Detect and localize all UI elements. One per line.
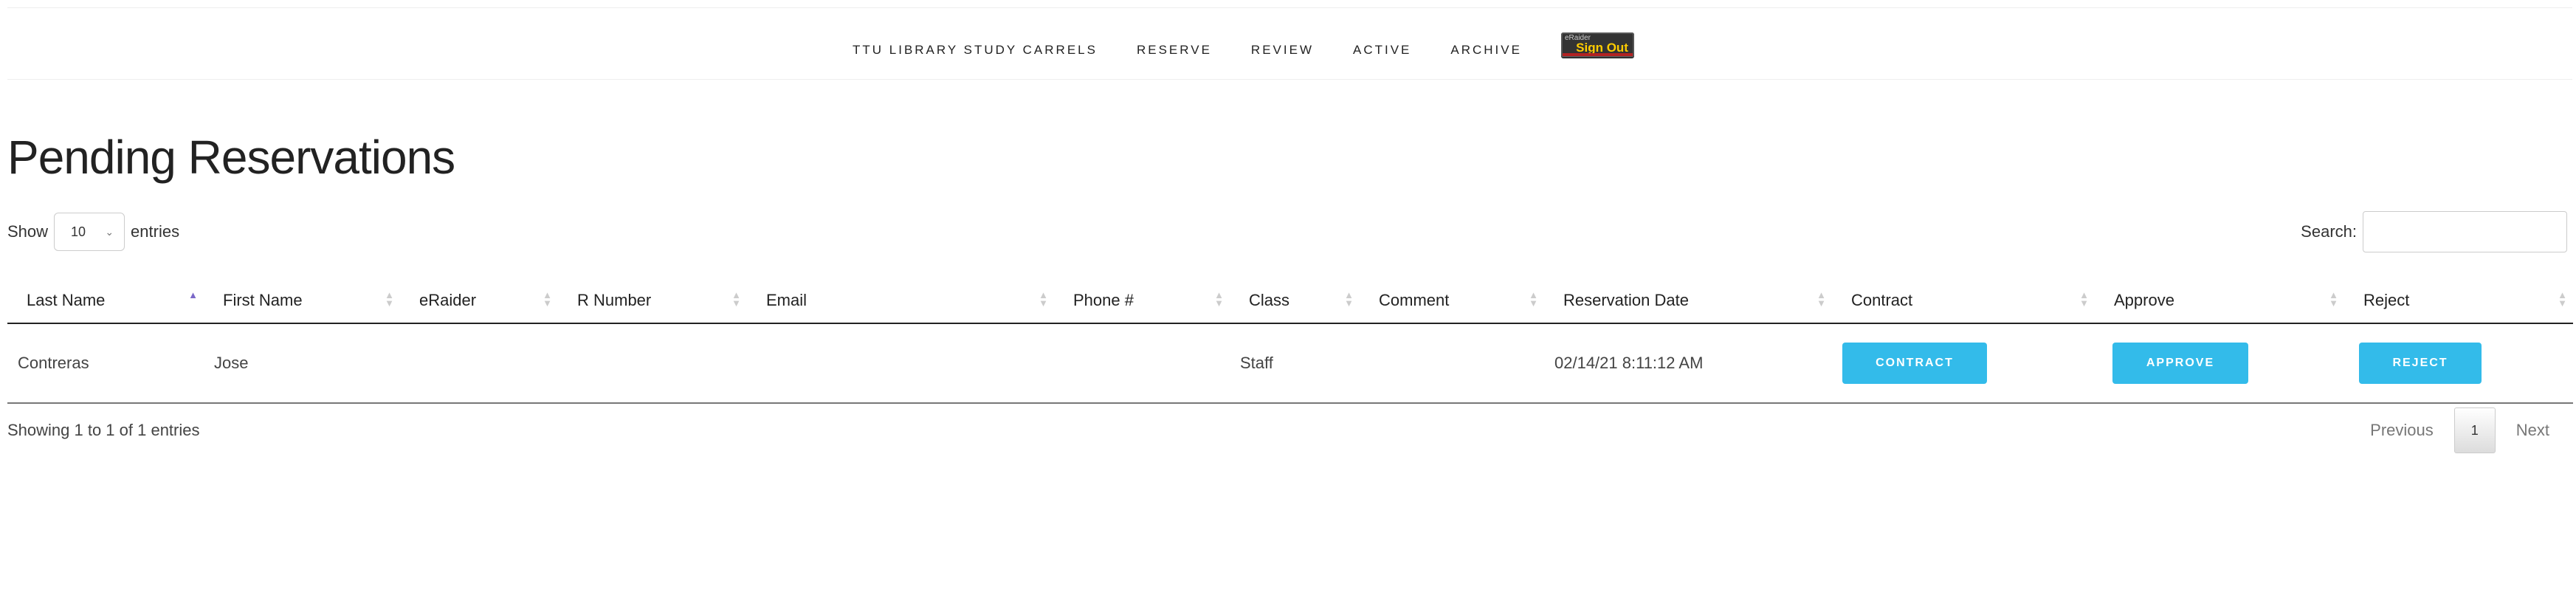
nav-active-link[interactable]: ACTIVE: [1353, 24, 1411, 76]
column-header-class[interactable]: Class ▲ ▼: [1230, 278, 1360, 324]
entries-label: entries: [131, 222, 180, 241]
entries-length-control: Show 10 ⌄ entries: [7, 213, 179, 251]
column-header-r-number[interactable]: R Number ▲ ▼: [558, 278, 747, 324]
header-label: Contract: [1851, 290, 1913, 309]
header-label: Phone #: [1073, 290, 1134, 309]
header-label: Class: [1249, 290, 1290, 309]
column-header-phone[interactable]: Phone # ▲ ▼: [1054, 278, 1230, 324]
sort-icon: ▲ ▼: [2079, 289, 2089, 309]
table-row: Contreras Jose Staff 02/14/21 8:11:12 AM…: [7, 323, 2573, 404]
cell-reservation-date: 02/14/21 8:11:12 AM: [1544, 323, 1832, 404]
cell-r-number: [558, 323, 747, 404]
sort-icon: ▲ ▼: [731, 289, 741, 309]
sort-icon: ▲ ▼: [1344, 289, 1354, 309]
column-header-last-name[interactable]: Last Name ▲: [7, 278, 204, 324]
sort-icon: ▲ ▼: [385, 289, 394, 309]
header-label: Reservation Date: [1563, 290, 1689, 309]
entries-per-page-select[interactable]: 10 ⌄: [54, 213, 125, 251]
pagination: Previous 1 Next: [2370, 407, 2549, 453]
cell-reject: REJECT: [2344, 323, 2573, 404]
column-header-eraider[interactable]: eRaider ▲ ▼: [400, 278, 558, 324]
header-label: R Number: [577, 290, 652, 309]
column-header-contract[interactable]: Contract ▲ ▼: [1832, 278, 2095, 324]
page-1-button[interactable]: 1: [2453, 407, 2496, 453]
table-search: Search:: [2301, 211, 2567, 252]
column-header-email[interactable]: Email ▲ ▼: [747, 278, 1054, 324]
cell-comment: [1360, 323, 1544, 404]
column-header-approve[interactable]: Approve ▲ ▼: [2095, 278, 2344, 324]
nav-archive-link[interactable]: ARCHIVE: [1450, 24, 1522, 76]
nav-menu: TTU LIBRARY STUDY CARRELS RESERVE REVIEW…: [853, 24, 1634, 76]
pending-reservations-table: Last Name ▲ First Name ▲ ▼ eRaider ▲ ▼ R Numb…: [7, 278, 2573, 404]
cell-contract: CONTRACT: [1832, 323, 2095, 404]
sort-icon: ▲ ▼: [1529, 289, 1538, 309]
sort-icon: ▲ ▼: [2558, 289, 2567, 309]
previous-page-button[interactable]: Previous: [2370, 421, 2434, 440]
table-header-row: Last Name ▲ First Name ▲ ▼ eRaider ▲ ▼ R Numb…: [7, 278, 2573, 324]
header-label: Reject: [2363, 290, 2410, 309]
signout-accent-bar: [1562, 53, 1633, 56]
cell-approve: APPROVE: [2095, 323, 2344, 404]
next-page-button[interactable]: Next: [2516, 421, 2549, 440]
search-label: Search:: [2301, 222, 2357, 241]
show-label: Show: [7, 222, 49, 241]
sort-icon: ▲ ▼: [1816, 289, 1826, 309]
sort-icon: ▲ ▼: [1214, 289, 1224, 309]
nav-reserve-link[interactable]: RESERVE: [1137, 24, 1212, 76]
cell-first-name: Jose: [204, 323, 400, 404]
sort-icon: ▲ ▼: [2329, 289, 2338, 309]
header-label: Approve: [2114, 290, 2174, 309]
header-label: Comment: [1379, 290, 1450, 309]
cell-email: [747, 323, 1054, 404]
column-header-comment[interactable]: Comment ▲ ▼: [1360, 278, 1544, 324]
nav-home-link[interactable]: TTU LIBRARY STUDY CARRELS: [853, 24, 1098, 76]
header-label: Email: [766, 290, 807, 309]
approve-button[interactable]: APPROVE: [2112, 343, 2248, 384]
column-header-reject[interactable]: Reject ▲ ▼: [2344, 278, 2573, 324]
cell-eraider: [400, 323, 558, 404]
header-label: eRaider: [419, 290, 477, 309]
header-label: First Name: [223, 290, 303, 309]
table-info: Showing 1 to 1 of 1 entries: [7, 421, 200, 439]
search-input[interactable]: [2363, 211, 2567, 252]
eraider-signout-button[interactable]: eRaider Sign Out: [1560, 32, 1634, 58]
chevron-down-icon: ⌄: [105, 225, 114, 238]
cell-phone: [1054, 323, 1230, 404]
header-label: Last Name: [27, 290, 106, 309]
sort-ascending-icon: ▲: [188, 289, 198, 300]
entries-per-page-value: 10: [71, 224, 86, 239]
column-header-first-name[interactable]: First Name ▲ ▼: [204, 278, 400, 324]
page-title: Pending Reservations: [7, 131, 455, 184]
contract-button[interactable]: CONTRACT: [1842, 343, 1987, 384]
cell-last-name: Contreras: [7, 323, 204, 404]
column-header-reservation-date[interactable]: Reservation Date ▲ ▼: [1544, 278, 1832, 324]
sort-icon: ▲ ▼: [543, 289, 552, 309]
cell-class: Staff: [1230, 323, 1360, 404]
nav-review-link[interactable]: REVIEW: [1251, 24, 1314, 76]
top-navigation-bar: TTU LIBRARY STUDY CARRELS RESERVE REVIEW…: [7, 7, 2572, 80]
reject-button[interactable]: REJECT: [2359, 343, 2482, 384]
sort-icon: ▲ ▼: [1039, 289, 1048, 309]
